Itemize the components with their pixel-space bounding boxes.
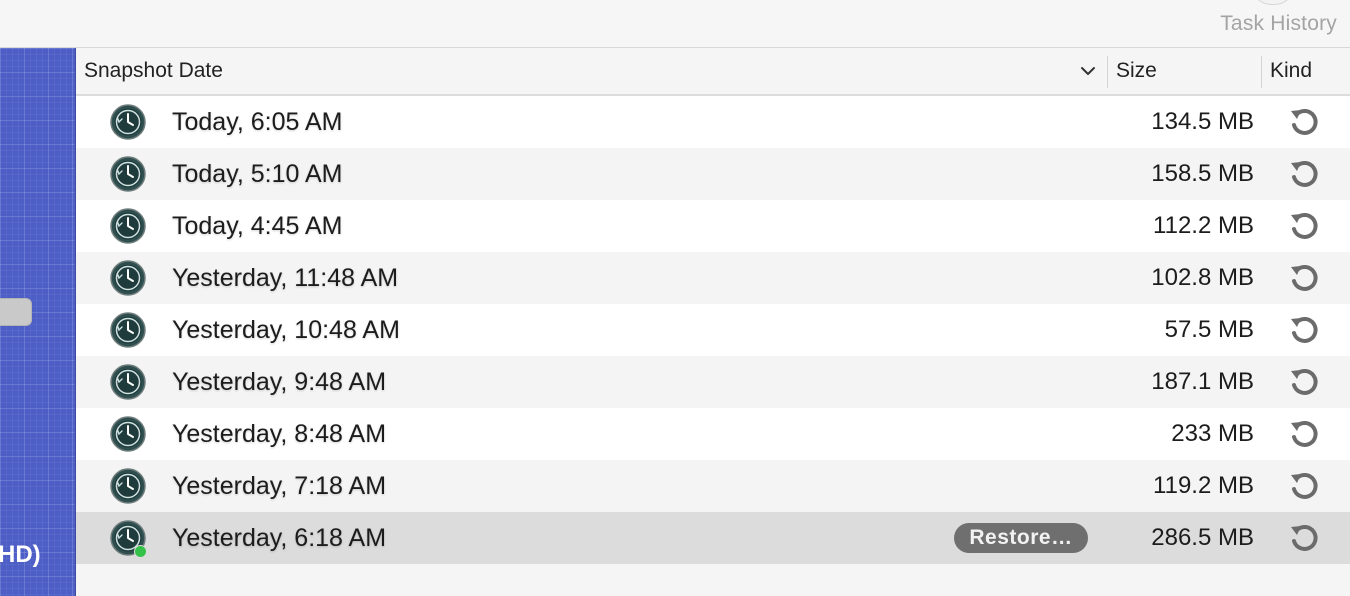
snapshot-date: Today, 5:10 AM <box>172 160 343 188</box>
snapshot-date: Yesterday, 11:48 AM <box>172 264 399 292</box>
table-row[interactable]: Yesterday, 6:18 AM 286.5 MB Restore… <box>76 512 1350 564</box>
table-body: Today, 6:05 AM 134.5 MB Today, 5:10 AM 1… <box>76 96 1350 564</box>
task-history-button[interactable] <box>1252 0 1294 5</box>
column-header-size[interactable]: Size <box>1116 48 1157 94</box>
column-header-snapshot-date[interactable]: Snapshot Date <box>84 48 223 94</box>
snapshot-size: 112.2 MB <box>1153 212 1254 239</box>
snapshot-date: Yesterday, 6:18 AM <box>172 524 387 552</box>
snapshot-window: Task History HD) Snapshot Date Size Kind… <box>0 0 1350 596</box>
restore-arrow-icon <box>1291 524 1318 551</box>
table-row[interactable]: Today, 4:45 AM 112.2 MB <box>76 200 1350 252</box>
time-machine-icon <box>110 312 146 348</box>
restore-arrow-icon <box>1291 420 1318 447</box>
restore-arrow-icon <box>1291 472 1318 499</box>
status-dot <box>134 545 147 558</box>
snapshot-table: Snapshot Date Size Kind Today, 6:05 AM 1… <box>76 48 1350 596</box>
time-machine-icon <box>110 104 146 140</box>
table-row[interactable]: Today, 5:10 AM 158.5 MB <box>76 148 1350 200</box>
snapshot-size: 102.8 MB <box>1151 264 1254 291</box>
snapshot-date: Today, 4:45 AM <box>172 212 343 240</box>
restore-arrow-icon <box>1291 368 1318 395</box>
restore-arrow-icon <box>1291 212 1318 239</box>
restore-arrow-icon <box>1291 316 1318 343</box>
snapshot-date: Today, 6:05 AM <box>172 108 343 136</box>
snapshot-size: 158.5 MB <box>1151 160 1254 187</box>
time-machine-icon <box>110 468 146 504</box>
snapshot-date: Yesterday, 10:48 AM <box>172 316 400 344</box>
time-machine-icon <box>110 364 146 400</box>
restore-arrow-icon <box>1291 264 1318 291</box>
volume-label[interactable]: HD) <box>0 541 41 569</box>
sidebar: HD) <box>0 48 76 596</box>
table-row[interactable]: Yesterday, 9:48 AM 187.1 MB <box>76 356 1350 408</box>
snapshot-date: Yesterday, 9:48 AM <box>172 368 387 396</box>
snapshot-size: 286.5 MB <box>1151 524 1254 551</box>
restore-arrow-icon <box>1291 160 1318 187</box>
restore-arrow-icon <box>1291 108 1318 135</box>
snapshot-size: 187.1 MB <box>1151 368 1254 395</box>
toolbar: Task History <box>0 0 1350 48</box>
table-row[interactable]: Yesterday, 10:48 AM 57.5 MB <box>76 304 1350 356</box>
time-machine-icon <box>110 208 146 244</box>
table-row[interactable]: Yesterday, 7:18 AM 119.2 MB <box>76 460 1350 512</box>
snapshot-date: Yesterday, 8:48 AM <box>172 420 387 448</box>
table-header: Snapshot Date Size Kind <box>76 48 1350 96</box>
snapshot-size: 119.2 MB <box>1153 472 1254 499</box>
snapshot-date: Yesterday, 7:18 AM <box>172 472 387 500</box>
table-row[interactable]: Yesterday, 8:48 AM 233 MB <box>76 408 1350 460</box>
task-history-label[interactable]: Task History <box>1220 12 1337 36</box>
column-divider[interactable] <box>1261 56 1262 88</box>
column-divider[interactable] <box>1107 56 1108 88</box>
snapshot-size: 134.5 MB <box>1151 108 1254 135</box>
chevron-down-icon[interactable] <box>1079 62 1097 80</box>
table-row[interactable]: Today, 6:05 AM 134.5 MB <box>76 96 1350 148</box>
restore-button[interactable]: Restore… <box>954 523 1088 553</box>
table-row[interactable]: Yesterday, 11:48 AM 102.8 MB <box>76 252 1350 304</box>
time-machine-icon <box>110 416 146 452</box>
snapshot-size: 57.5 MB <box>1164 316 1254 343</box>
time-machine-icon <box>110 156 146 192</box>
sidebar-scroll-handle[interactable] <box>0 298 32 326</box>
column-header-kind[interactable]: Kind <box>1270 48 1312 94</box>
snapshot-size: 233 MB <box>1171 420 1254 447</box>
time-machine-icon <box>110 260 146 296</box>
